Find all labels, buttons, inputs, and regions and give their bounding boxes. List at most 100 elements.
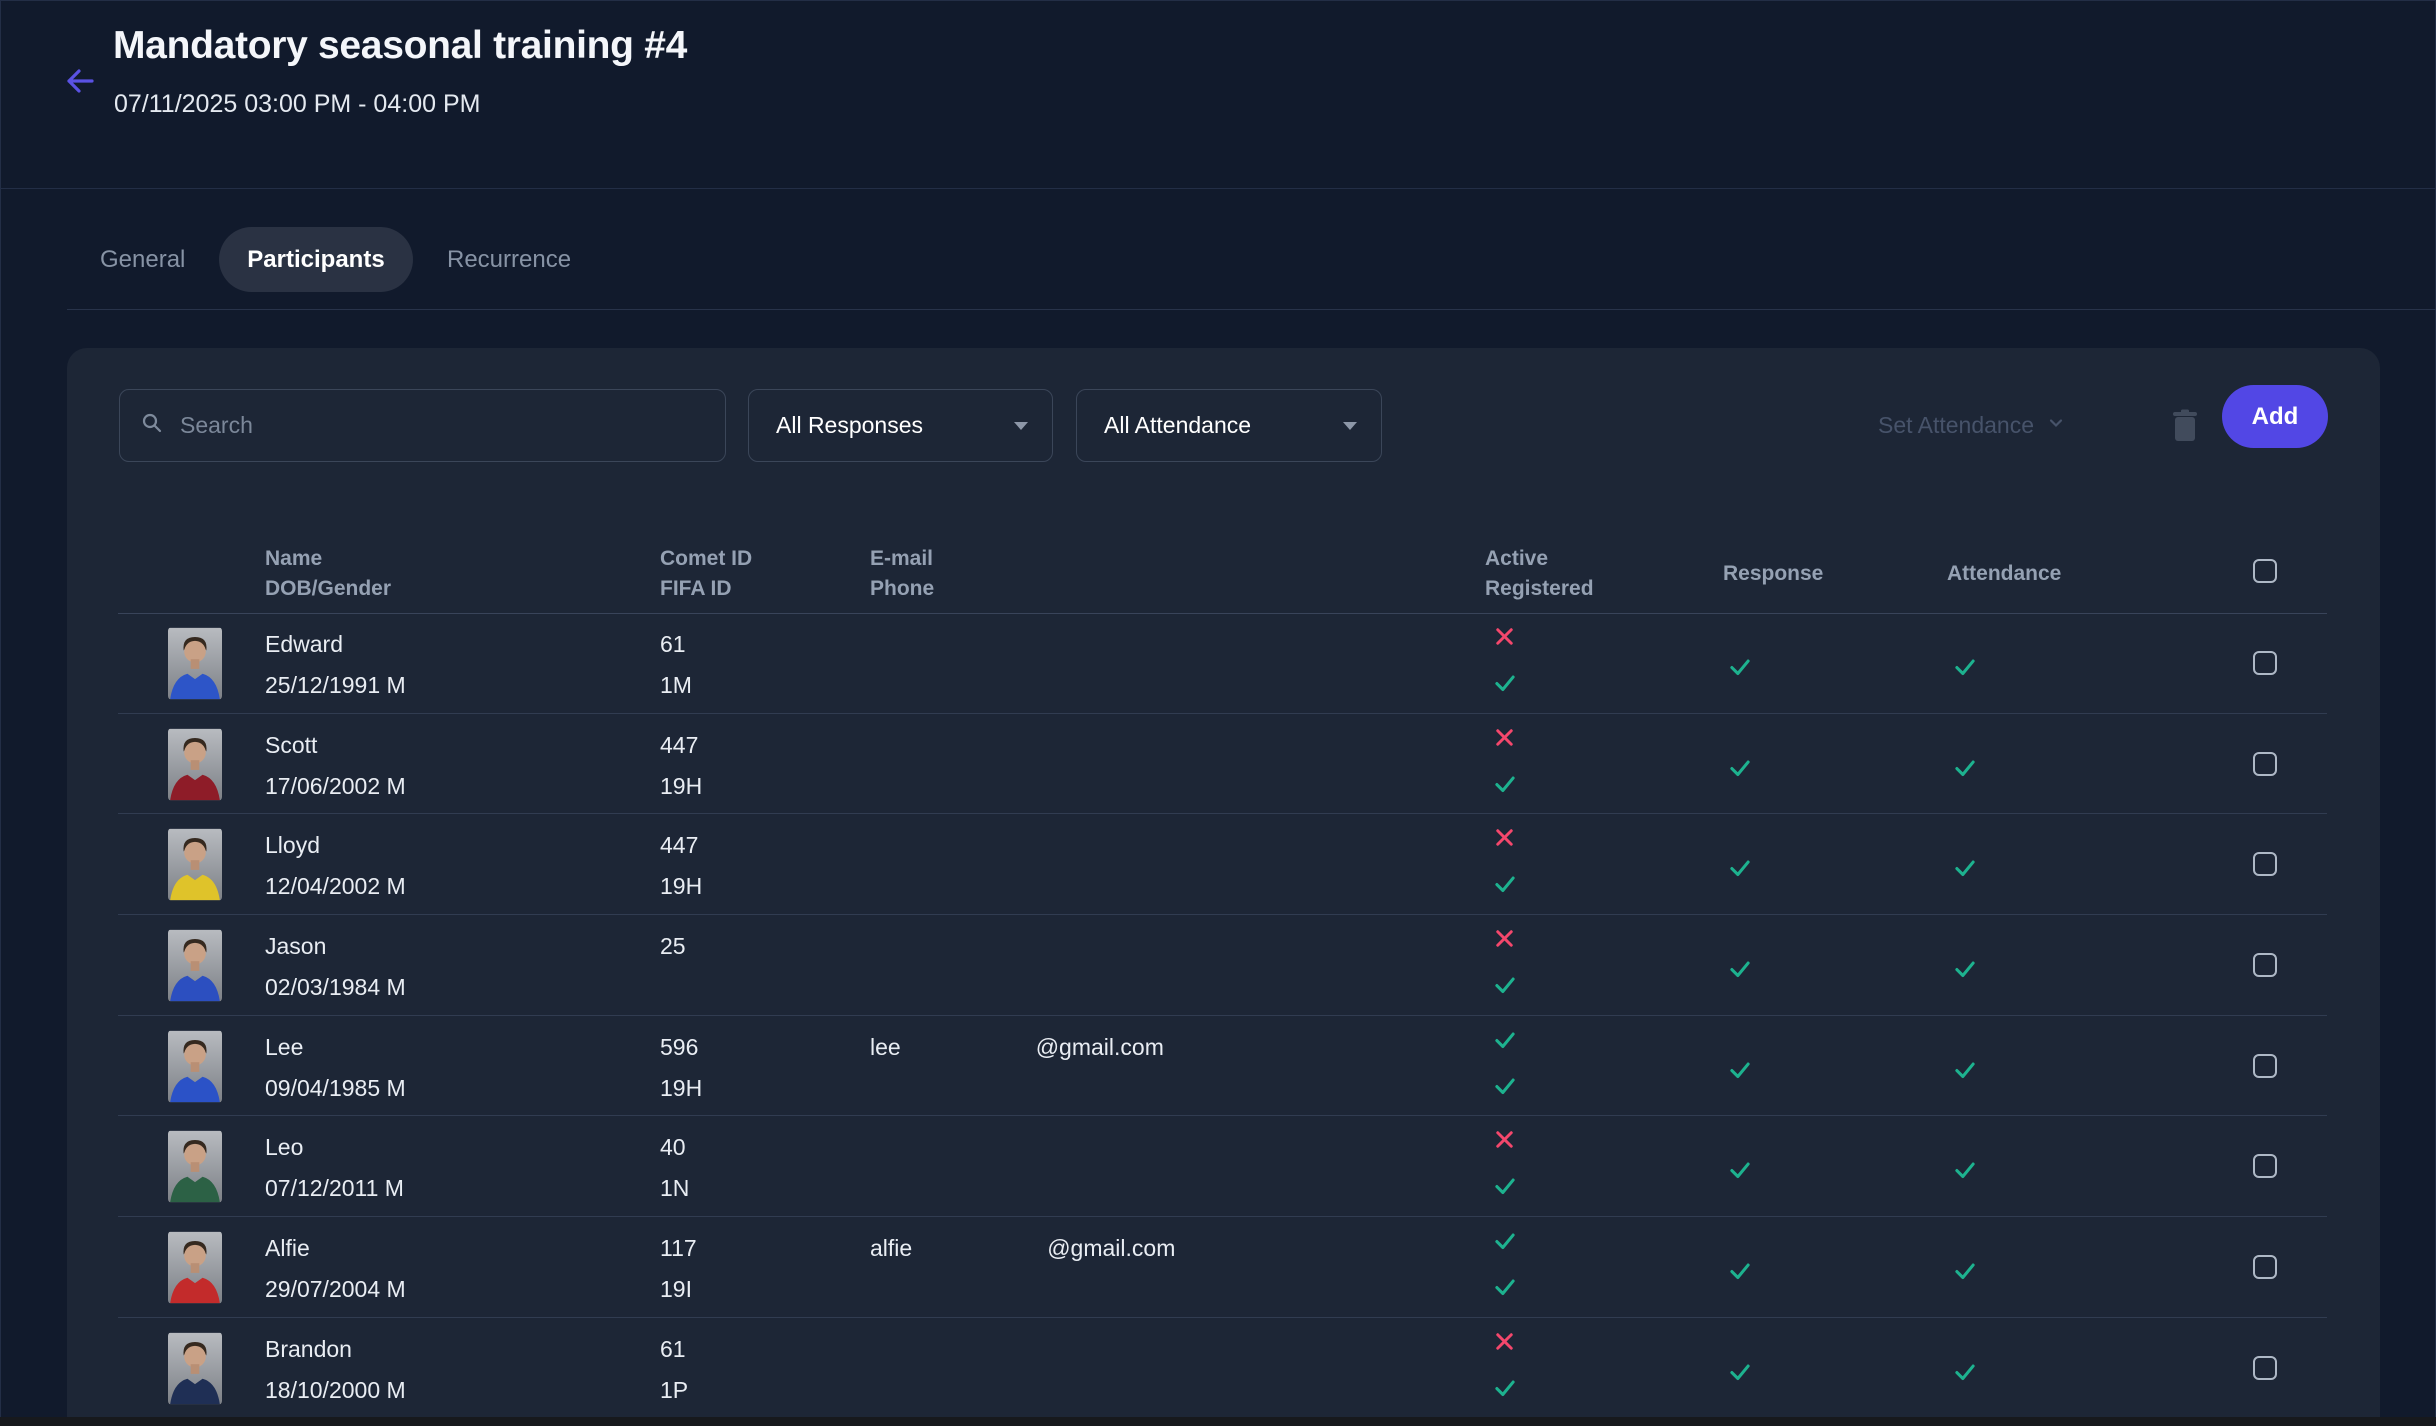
participant-email xyxy=(870,631,1005,658)
delete-button[interactable] xyxy=(2163,400,2207,452)
comet-id: 117 xyxy=(660,1235,697,1262)
participant-dob-gender: 12/04/2002 M xyxy=(265,873,406,900)
set-attendance-label: Set Attendance xyxy=(1878,412,2034,439)
row-checkbox[interactable] xyxy=(2253,953,2277,977)
x-icon xyxy=(1492,1127,1517,1152)
participants-panel: All Responses All Attendance Set Attenda… xyxy=(67,348,2380,1426)
event-datetime: 07/11/2025 03:00 PM - 04:00 PM xyxy=(114,90,480,119)
row-checkbox[interactable] xyxy=(2253,1054,2277,1078)
tab-general[interactable]: General xyxy=(100,246,185,274)
attendance-filter-value: All Attendance xyxy=(1104,412,1251,439)
attendance-status xyxy=(1952,956,1978,982)
response-status xyxy=(1727,855,1753,881)
column-header-active: ActiveRegistered xyxy=(1485,544,1594,604)
row-checkbox[interactable] xyxy=(2253,651,2277,675)
check-icon xyxy=(1492,1027,1518,1053)
player-avatar xyxy=(168,1130,222,1203)
participant-name: Scott xyxy=(265,732,317,759)
participant-dob-gender: 02/03/1984 M xyxy=(265,974,406,1001)
registered-status xyxy=(1492,871,1518,897)
registered-status xyxy=(1492,771,1518,797)
check-icon xyxy=(1952,1359,1978,1385)
check-icon xyxy=(1952,654,1978,680)
attendance-status xyxy=(1952,1157,1978,1183)
participant-name: Alfie xyxy=(265,1235,310,1262)
check-icon xyxy=(1492,771,1518,797)
participant-row: Edward 25/12/1991 M 61 1M xyxy=(67,613,2380,714)
player-avatar xyxy=(168,1231,222,1304)
arrow-left-icon xyxy=(62,87,98,102)
row-checkbox[interactable] xyxy=(2253,752,2277,776)
participant-dob-gender: 29/07/2004 M xyxy=(265,1276,406,1303)
column-header-name: NameDOB/Gender xyxy=(265,544,391,604)
x-icon xyxy=(1492,926,1517,951)
comet-id: 61 xyxy=(660,631,686,658)
active-status xyxy=(1492,1329,1518,1355)
participant-email: lee@gmail.com xyxy=(870,1034,1164,1061)
response-status xyxy=(1727,755,1753,781)
attendance-status xyxy=(1952,755,1978,781)
participant-dob-gender: 18/10/2000 M xyxy=(265,1377,406,1404)
add-button[interactable]: Add xyxy=(2222,385,2328,448)
row-checkbox[interactable] xyxy=(2253,852,2277,876)
comet-id: 25 xyxy=(660,933,686,960)
response-status xyxy=(1727,956,1753,982)
registered-status xyxy=(1492,1375,1518,1401)
back-button[interactable] xyxy=(60,62,100,102)
set-attendance-button[interactable]: Set Attendance xyxy=(1878,389,2066,462)
participant-dob-gender: 07/12/2011 M xyxy=(265,1175,404,1202)
responses-filter-select[interactable]: All Responses xyxy=(748,389,1053,462)
tab-recurrence[interactable]: Recurrence xyxy=(447,246,571,274)
column-header-attendance: Attendance xyxy=(1947,559,2061,589)
participant-name: Edward xyxy=(265,631,343,658)
participant-dob-gender: 09/04/1985 M xyxy=(265,1075,406,1102)
dropdown-arrow-icon xyxy=(1343,422,1357,430)
email-local-part: lee xyxy=(870,1034,901,1060)
participant-row: Brandon 18/10/2000 M 61 1P xyxy=(67,1318,2380,1419)
participant-dob-gender: 17/06/2002 M xyxy=(265,773,406,800)
player-avatar xyxy=(168,1030,222,1103)
participant-email xyxy=(870,933,1005,960)
dropdown-arrow-icon xyxy=(1014,422,1028,430)
active-status xyxy=(1492,624,1518,650)
horizontal-scrollbar[interactable] xyxy=(0,1417,2436,1426)
check-icon xyxy=(1952,1258,1978,1284)
attendance-filter-select[interactable]: All Attendance xyxy=(1076,389,1382,462)
active-status xyxy=(1492,825,1518,851)
check-icon xyxy=(1727,1057,1753,1083)
row-checkbox[interactable] xyxy=(2253,1154,2277,1178)
search-input[interactable] xyxy=(180,412,705,439)
search-box[interactable] xyxy=(119,389,726,462)
participant-name: Lee xyxy=(265,1034,303,1061)
row-checkbox[interactable] xyxy=(2253,1255,2277,1279)
participant-name: Jason xyxy=(265,933,326,960)
column-header-email: E-mailPhone xyxy=(870,544,934,604)
check-icon xyxy=(1952,755,1978,781)
check-icon xyxy=(1727,855,1753,881)
participant-row: Leo 07/12/2011 M 40 1N xyxy=(67,1116,2380,1217)
active-status xyxy=(1492,725,1518,751)
tab-participants[interactable]: Participants xyxy=(219,227,413,292)
attendance-status xyxy=(1952,855,1978,881)
player-avatar xyxy=(168,1332,222,1405)
response-status xyxy=(1727,1258,1753,1284)
x-icon xyxy=(1492,725,1517,750)
check-icon xyxy=(1952,855,1978,881)
participant-name: Lloyd xyxy=(265,832,320,859)
participant-row: Lloyd 12/04/2002 M 447 19H xyxy=(67,814,2380,915)
column-header-response: Response xyxy=(1723,559,1823,589)
check-icon xyxy=(1492,1228,1518,1254)
check-icon xyxy=(1492,1375,1518,1401)
registered-status xyxy=(1492,1274,1518,1300)
check-icon xyxy=(1492,1073,1518,1099)
participant-row: Jason 02/03/1984 M 25 xyxy=(67,915,2380,1016)
check-icon xyxy=(1492,1274,1518,1300)
registered-status xyxy=(1492,670,1518,696)
player-avatar xyxy=(168,627,222,700)
comet-id: 447 xyxy=(660,832,698,859)
email-domain-part: @gmail.com xyxy=(1047,1235,1175,1261)
row-checkbox[interactable] xyxy=(2253,1356,2277,1380)
select-all-checkbox[interactable] xyxy=(2253,559,2277,583)
check-icon xyxy=(1727,1359,1753,1385)
check-icon xyxy=(1952,1057,1978,1083)
